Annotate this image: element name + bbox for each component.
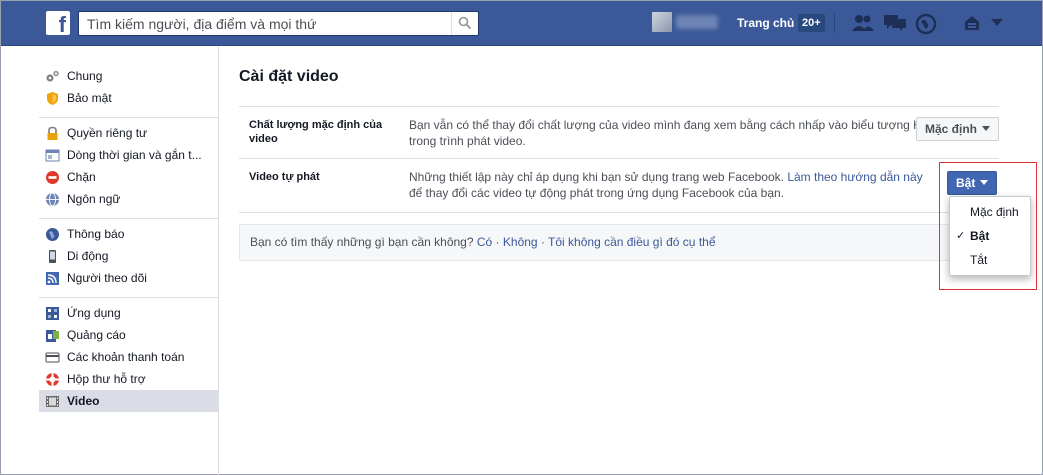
sidebar-item-support-inbox[interactable]: Hộp thư hỗ trợ [39, 368, 218, 390]
description-text: Những thiết lập này chỉ áp dụng khi bạn … [409, 170, 788, 184]
autoplay-dropdown-menu: Mặc định ✓ Bật Tắt [949, 196, 1031, 276]
globe-icon [46, 192, 59, 207]
shield-icon [47, 92, 58, 105]
menu-item-on[interactable]: ✓ Bật [950, 224, 1030, 248]
instructions-link[interactable]: Làm theo hướng dẫn này [787, 170, 922, 184]
default-quality-dropdown-button[interactable]: Mặc định [916, 117, 1000, 141]
profile-avatar[interactable] [652, 12, 672, 32]
settings-sidebar: Chung Bảo mật Quyền riêng tư Dòng thời g… [39, 61, 218, 420]
sidebar-item-label: Chung [67, 69, 103, 83]
setting-description: Những thiết lập này chỉ áp dụng khi bạn … [409, 169, 939, 201]
menu-item-off[interactable]: Tắt [950, 248, 1030, 272]
lifebuoy-icon [46, 373, 59, 386]
feedback-nothing-specific-link[interactable]: Tôi không cần điều gì đó cụ thể [548, 235, 715, 249]
sidebar-item-language[interactable]: Ngôn ngữ [39, 188, 218, 210]
friends-icon[interactable] [851, 13, 875, 33]
description-text: để thay đổi các video tự động phát trong… [409, 186, 784, 200]
setting-row-default-quality: Chất lượng mặc định của video Bạn vẫn có… [239, 107, 1000, 159]
sidebar-item-timeline-tagging[interactable]: Dòng thời gian và gắn t... [39, 144, 218, 166]
card-icon [45, 352, 60, 363]
sidebar-item-general[interactable]: Chung [39, 65, 218, 87]
sidebar-item-payments[interactable]: Các khoản thanh toán [39, 346, 218, 368]
setting-label: Chất lượng mặc định của video [249, 119, 383, 145]
notification-globe-icon [46, 228, 59, 241]
sidebar-item-label: Ứng dụng [67, 306, 121, 320]
feedback-bar: Bạn có tìm thấy những gì bạn cần không? … [239, 224, 999, 261]
sidebar-item-label: Bảo mật [67, 91, 112, 105]
sidebar-item-mobile[interactable]: Di động [39, 245, 218, 267]
mobile-icon [49, 250, 56, 263]
menu-item-label: Mặc định [970, 205, 1019, 219]
chevron-down-icon [982, 126, 991, 131]
button-label: Mặc định [925, 122, 978, 136]
sidebar-group-general: Chung Bảo mật [39, 61, 218, 118]
menu-item-label: Tắt [970, 253, 988, 267]
sidebar-item-label: Video [67, 394, 100, 408]
sidebar-item-security[interactable]: Bảo mật [39, 87, 218, 109]
top-bar: f Trang chủ 20+ [1, 1, 1042, 46]
sidebar-item-label: Người theo dõi [67, 271, 147, 285]
sidebar-item-blocking[interactable]: Chặn [39, 166, 218, 188]
sidebar-item-label: Dòng thời gian và gắn t... [67, 148, 202, 162]
settings-table: Chất lượng mặc định của video Bạn vẫn có… [239, 106, 1000, 213]
sidebar-item-label: Hộp thư hỗ trợ [67, 372, 146, 386]
autoplay-dropdown-button[interactable]: Bật [947, 171, 998, 195]
home-badge: 20+ [798, 14, 825, 32]
chevron-down-icon [980, 180, 989, 185]
feedback-question: Bạn có tìm thấy những gì bạn cần không? [250, 235, 474, 249]
menu-item-label: Bật [970, 229, 990, 243]
search-box [78, 11, 479, 36]
feedback-no-link[interactable]: Không [503, 235, 538, 249]
block-icon [46, 171, 59, 184]
topbar-divider [834, 13, 835, 33]
sidebar-group-apps: Ứng dụng Quảng cáo Các khoản thanh toán … [39, 298, 218, 420]
account-menu-chevron-down-icon[interactable] [991, 19, 1003, 27]
search-input[interactable] [79, 12, 449, 35]
setting-row-autoplay: Video tự phát Những thiết lập này chỉ áp… [239, 159, 999, 213]
ads-icon [46, 330, 59, 342]
menu-item-default[interactable]: Mặc định [950, 200, 1030, 224]
sidebar-item-video[interactable]: Video [39, 390, 218, 412]
sidebar-item-followers[interactable]: Người theo dõi [39, 267, 218, 289]
setting-label: Video tự phát [249, 171, 320, 183]
sidebar-item-label: Quyền riêng tư [67, 126, 148, 140]
sidebar-group-privacy: Quyền riêng tư Dòng thời gian và gắn t..… [39, 118, 218, 219]
search-icon [458, 16, 472, 30]
home-link[interactable]: Trang chủ [737, 16, 794, 30]
apps-icon [46, 307, 59, 320]
sidebar-item-apps[interactable]: Ứng dụng [39, 302, 218, 324]
lock-icon [47, 126, 58, 140]
sidebar-item-notifications[interactable]: Thông báo [39, 223, 218, 245]
profile-name-blurred[interactable] [676, 15, 718, 29]
notifications-globe-icon[interactable] [915, 13, 937, 35]
feedback-yes-link[interactable]: Có [477, 235, 492, 249]
separator: · [492, 235, 503, 249]
search-button[interactable] [451, 12, 478, 35]
sidebar-item-label: Di động [67, 249, 109, 263]
setting-description: Bạn vẫn có thể thay đổi chất lượng của v… [409, 118, 931, 148]
page-title: Cài đặt video [239, 68, 339, 85]
checkmark-icon: ✓ [956, 230, 966, 242]
facebook-logo[interactable]: f [46, 11, 70, 35]
timeline-icon [45, 149, 60, 162]
privacy-shortcuts-icon[interactable] [963, 13, 981, 33]
sidebar-item-label: Ngôn ngữ [67, 192, 121, 206]
sidebar-group-notifications: Thông báo Di động Người theo dõi [39, 219, 218, 298]
sidebar-item-label: Thông báo [67, 227, 125, 241]
separator: · [537, 235, 549, 249]
sidebar-divider [218, 46, 219, 475]
button-label: Bật [956, 176, 976, 190]
sidebar-item-ads[interactable]: Quảng cáo [39, 324, 218, 346]
messages-icon[interactable] [883, 13, 907, 33]
rss-icon [46, 272, 59, 285]
sidebar-item-privacy[interactable]: Quyền riêng tư [39, 122, 218, 144]
sidebar-item-label: Quảng cáo [67, 328, 126, 342]
film-icon [46, 396, 59, 407]
gear-icon [46, 70, 59, 82]
sidebar-item-label: Chặn [67, 170, 96, 184]
sidebar-item-label: Các khoản thanh toán [67, 350, 185, 364]
